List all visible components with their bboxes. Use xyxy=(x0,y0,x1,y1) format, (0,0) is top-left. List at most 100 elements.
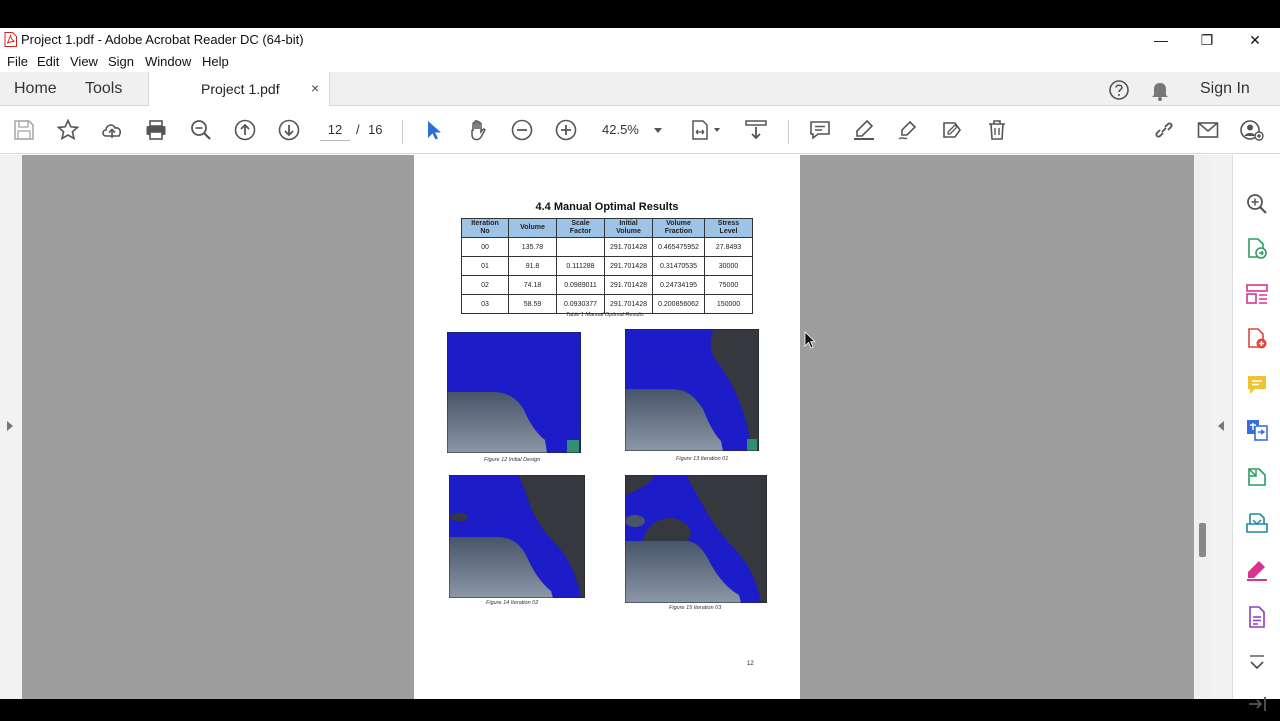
table-row: 01 91.8 0.111288 291.701428 0.31470535 3… xyxy=(461,256,753,276)
page-separator: / xyxy=(356,122,360,137)
left-panel-toggle[interactable] xyxy=(0,155,22,699)
select-arrow-icon[interactable] xyxy=(422,118,446,142)
convert-icon[interactable] xyxy=(1245,418,1269,442)
table-header: Stress Level xyxy=(704,218,753,238)
save-icon[interactable] xyxy=(12,118,36,142)
upload-icon[interactable] xyxy=(100,118,124,142)
hand-icon[interactable] xyxy=(466,118,490,142)
figure-iteration-02 xyxy=(449,475,585,598)
table-cell: 0.111288 xyxy=(556,256,605,276)
sign-in-button[interactable]: Sign In xyxy=(1200,80,1250,98)
table-cell: 150000 xyxy=(704,294,753,314)
scrollbar-thumb[interactable] xyxy=(1199,523,1206,557)
close-window-button[interactable]: ✕ xyxy=(1240,30,1270,50)
page-number: 12 xyxy=(747,661,754,667)
link-icon[interactable] xyxy=(1152,118,1176,142)
table-header: Scale Factor xyxy=(556,218,605,238)
figure-caption: Figure 13 Iteration 01 xyxy=(676,456,729,462)
document-viewer: 4.4 Manual Optimal Results Iteration No V… xyxy=(0,155,1232,699)
star-icon[interactable] xyxy=(56,118,80,142)
document-canvas[interactable]: 4.4 Manual Optimal Results Iteration No V… xyxy=(22,155,1194,699)
fit-page-icon[interactable] xyxy=(688,118,722,142)
table-cell: 0.0930377 xyxy=(556,294,605,314)
fill-sign-icon[interactable] xyxy=(1245,558,1269,582)
table-row: 03 58.59 0.0930377 291.701428 0.20085606… xyxy=(461,294,753,314)
chevron-down-icon xyxy=(654,128,662,133)
figure-iteration-01 xyxy=(625,329,759,451)
table-cell: 291.701428 xyxy=(604,294,653,314)
zoom-out-search-icon[interactable] xyxy=(189,118,213,142)
table-cell: 30000 xyxy=(704,256,753,276)
tab-tools[interactable]: Tools xyxy=(85,80,122,98)
table-cell: 0.0989011 xyxy=(556,275,605,295)
table-cell: 03 xyxy=(461,294,509,314)
pdf-file-icon xyxy=(4,32,17,47)
toolbar-divider xyxy=(788,120,789,144)
table-row: 02 74.18 0.0989011 291.701428 0.24734195… xyxy=(461,275,753,295)
more-tools-chevron-icon[interactable] xyxy=(1245,651,1269,675)
zoom-value: 42.5% xyxy=(602,122,639,137)
table-cell: 58.59 xyxy=(508,294,557,314)
share-user-icon[interactable] xyxy=(1240,118,1264,142)
table-cell: 0.465475952 xyxy=(652,237,705,257)
close-tab-icon[interactable]: × xyxy=(311,80,319,96)
menu-window[interactable]: Window xyxy=(145,54,191,69)
table-cell: 75000 xyxy=(704,275,753,295)
email-icon[interactable] xyxy=(1196,118,1220,142)
page-up-icon[interactable] xyxy=(233,118,257,142)
create-pdf-icon[interactable] xyxy=(1245,327,1269,351)
menu-file[interactable]: File xyxy=(7,54,28,69)
toolbar-divider xyxy=(402,120,403,144)
organize-pages-icon[interactable] xyxy=(1245,282,1269,306)
table-header: Volume xyxy=(508,218,557,238)
menu-sign[interactable]: Sign xyxy=(108,54,134,69)
table-caption: Table 1 Manual Optimal Results xyxy=(566,312,644,318)
comment-icon[interactable] xyxy=(808,118,832,142)
menu-view[interactable]: View xyxy=(70,54,98,69)
figure-iteration-03 xyxy=(625,475,767,603)
table-cell: 135.78 xyxy=(508,237,557,257)
menu-edit[interactable]: Edit xyxy=(37,54,59,69)
results-table: Iteration No Volume Scale Factor Initial Vo… xyxy=(461,218,753,314)
menu-help[interactable]: Help xyxy=(202,54,229,69)
notification-bell-icon[interactable] xyxy=(1150,79,1170,101)
tab-home[interactable]: Home xyxy=(14,80,57,98)
table-cell: 01 xyxy=(461,256,509,276)
zoom-select[interactable]: 42.5% xyxy=(596,118,666,142)
send-for-review-icon[interactable] xyxy=(1245,511,1269,535)
scroll-mode-icon[interactable] xyxy=(744,118,768,142)
table-cell: 291.701428 xyxy=(604,275,653,295)
table-row: 00 135.78 291.701428 0.465475952 27.8493 xyxy=(461,237,753,257)
help-icon[interactable] xyxy=(1108,79,1130,101)
delete-icon[interactable] xyxy=(985,118,1009,142)
toolbar: / 16 42.5% xyxy=(0,106,1280,154)
draw-icon[interactable] xyxy=(896,118,920,142)
figure-caption: Figure 14 Iteration 02 xyxy=(486,600,539,606)
page-number-input[interactable] xyxy=(320,119,350,141)
vertical-scrollbar[interactable] xyxy=(1194,155,1210,699)
zoom-search-icon[interactable] xyxy=(1245,192,1269,216)
page-down-icon[interactable] xyxy=(277,118,301,142)
table-cell: 291.701428 xyxy=(604,256,653,276)
comment-icon[interactable] xyxy=(1245,373,1269,397)
figure-caption: Figure 15 Iteration 03 xyxy=(669,605,722,611)
minimize-button[interactable]: — xyxy=(1146,30,1176,50)
export-pdf-icon[interactable] xyxy=(1245,237,1269,261)
collapse-panel-icon[interactable] xyxy=(1245,692,1269,716)
chevron-down-icon xyxy=(714,128,720,132)
compress-icon[interactable] xyxy=(1245,465,1269,489)
edit-pdf-icon[interactable] xyxy=(1245,605,1269,629)
tools-pane xyxy=(1232,155,1280,711)
zoom-minus-icon[interactable] xyxy=(510,118,534,142)
highlight-icon[interactable] xyxy=(852,118,876,142)
edit-sign-icon[interactable] xyxy=(940,118,964,142)
right-panel-toggle[interactable] xyxy=(1210,155,1232,699)
zoom-plus-icon[interactable] xyxy=(554,118,578,142)
table-cell: 0.31470535 xyxy=(652,256,705,276)
print-icon[interactable] xyxy=(144,118,168,142)
tab-document[interactable]: Project 1.pdf × xyxy=(148,72,330,107)
menu-bar: File Edit View Sign Window Help xyxy=(0,52,1280,72)
pdf-page: 4.4 Manual Optimal Results Iteration No V… xyxy=(414,155,800,699)
section-heading: 4.4 Manual Optimal Results xyxy=(535,201,679,213)
restore-button[interactable]: ❐ xyxy=(1192,30,1222,50)
